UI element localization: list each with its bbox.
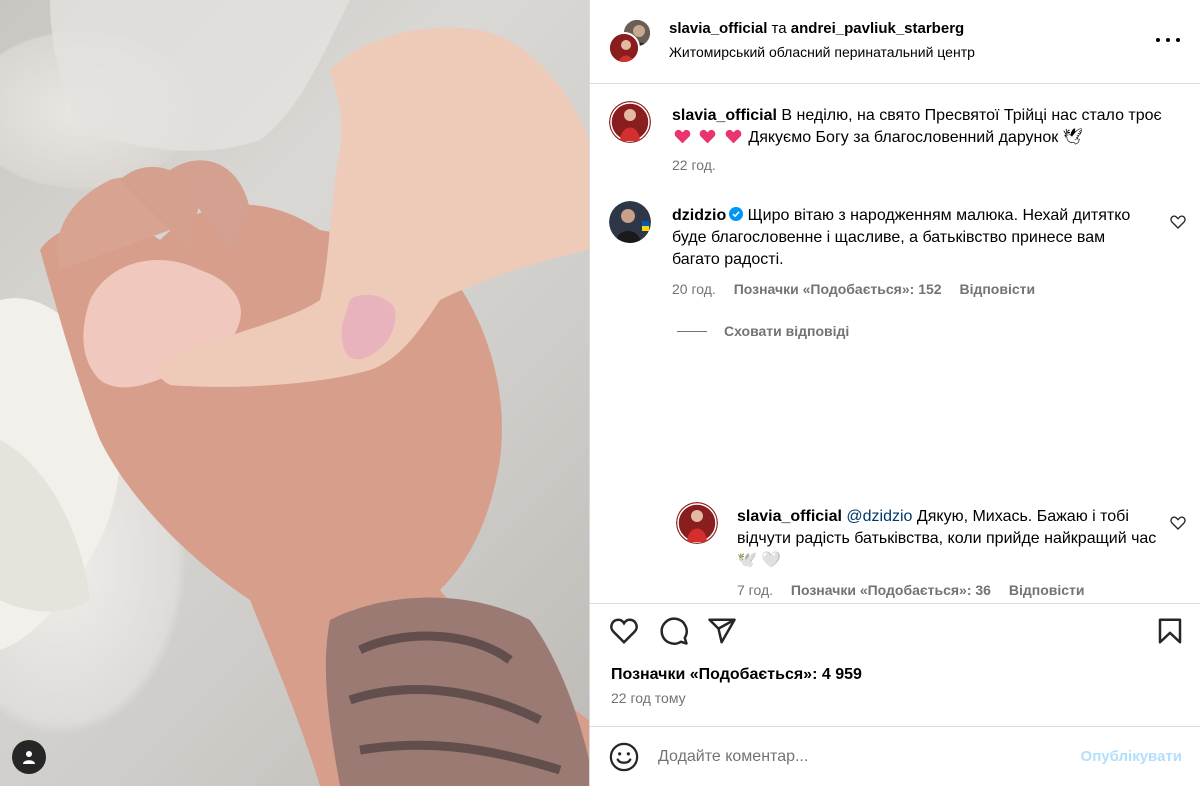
share-icon[interactable] [707, 616, 737, 646]
caption-meta: 22 год. [672, 157, 730, 173]
post-header: slavia_official та andrei_pavliuk_starbe… [590, 0, 1200, 84]
emoji-icon[interactable] [609, 742, 639, 772]
verified-icon [729, 207, 744, 221]
heart-emoji-icon [674, 129, 691, 144]
bookmark-icon[interactable] [1155, 616, 1185, 646]
user-tag-button[interactable] [12, 740, 46, 774]
like-heart-icon[interactable] [609, 616, 639, 646]
caption-username[interactable]: slavia_official [672, 107, 777, 124]
hide-replies-button[interactable]: Сховати відповіді [677, 323, 849, 339]
comment-likes-link[interactable]: Позначки «Подобається»: 152 [734, 281, 942, 297]
comment-reply-button[interactable]: Відповісти [959, 281, 1035, 297]
more-icon [1156, 38, 1160, 42]
collab-avatars[interactable] [608, 18, 652, 64]
comment-username[interactable]: dzidzio [672, 207, 726, 224]
post-authors: slavia_official та andrei_pavliuk_starbe… [669, 20, 964, 37]
reply-username[interactable]: slavia_official [737, 508, 842, 525]
user-tag-icon [23, 751, 35, 764]
reply-avatar[interactable] [676, 502, 718, 544]
caption-text: slavia_official В неділю, на свято Пресв… [672, 105, 1172, 149]
heart-emoji-icon [725, 129, 742, 144]
comment-composer: Опублікувати [590, 726, 1200, 786]
comment-text: dzidzio Щиро вітаю з народженням малюка.… [672, 205, 1152, 271]
reply-likes-link[interactable]: Позначки «Подобається»: 36 [791, 582, 991, 598]
caption-body-1: В неділю, на свято Пресвятої Трійці нас … [781, 107, 1162, 124]
comment-icon[interactable] [659, 616, 689, 646]
authors-joiner: та [767, 20, 791, 37]
post-photo [0, 0, 589, 786]
comment-meta: 20 год. Позначки «Подобається»: 152 Відп… [672, 281, 1049, 297]
post-comment-button[interactable]: Опублікувати [1081, 748, 1182, 765]
heart-emoji-icon [700, 129, 716, 144]
avatar-author [608, 32, 640, 64]
post-side-panel: slavia_official та andrei_pavliuk_starbe… [590, 0, 1200, 786]
comment-like-heart-icon[interactable] [1170, 214, 1186, 230]
caption-body-2: Дякуємо Богу за благословенний дарунок 🕊 [748, 129, 1084, 146]
author-link[interactable]: slavia_official [669, 20, 767, 37]
comment-avatar[interactable] [609, 201, 651, 243]
more-options-button[interactable] [1156, 30, 1180, 50]
reply-reply-button[interactable]: Відповісти [1009, 582, 1085, 598]
reply-mention[interactable]: @dzidzio [846, 508, 912, 525]
post-actions [590, 603, 1200, 655]
caption-avatar[interactable] [609, 101, 651, 143]
reply-time[interactable]: 7 год. [737, 582, 773, 598]
reply-meta: 7 год. Позначки «Подобається»: 36 Відпов… [737, 582, 1099, 598]
hide-replies-label: Сховати відповіді [724, 323, 850, 339]
location-link[interactable]: Житомирський обласний перинатальний цент… [669, 44, 975, 60]
post-timestamp[interactable]: 22 год тому [611, 690, 686, 706]
hide-replies-line [677, 330, 707, 332]
coauthor-link[interactable]: andrei_pavliuk_starberg [791, 20, 964, 37]
reply-text: slavia_official @dzidzio Дякую, Михась. … [737, 506, 1157, 572]
comment-input[interactable] [658, 743, 1048, 771]
photo-illustration [0, 0, 589, 786]
reply-like-heart-icon[interactable] [1170, 515, 1186, 531]
comment-time[interactable]: 20 год. [672, 281, 716, 297]
caption-time[interactable]: 22 год. [672, 157, 716, 173]
likes-count[interactable]: Позначки «Подобається»: 4 959 [611, 666, 862, 684]
